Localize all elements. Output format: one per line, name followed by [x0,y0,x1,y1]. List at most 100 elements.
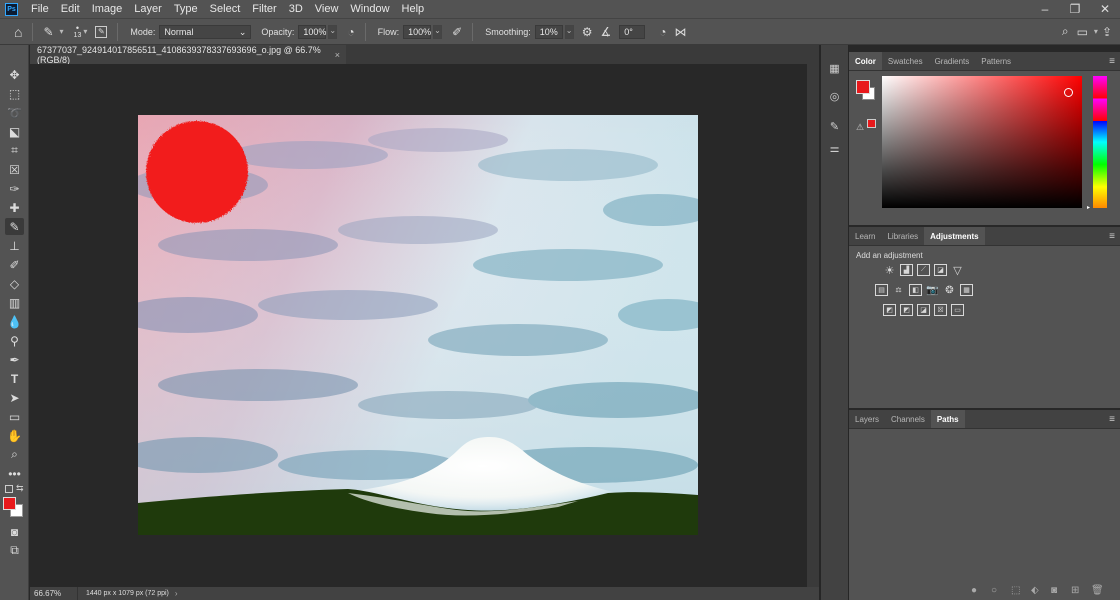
chevron-down-icon[interactable]: ⌄ [564,24,574,39]
dodge-icon[interactable]: ⚲ [5,332,24,349]
screen-mode-icon[interactable]: ⧉ [5,542,24,559]
gamut-swatch[interactable] [867,119,876,128]
restore-icon[interactable]: ❐ [1060,2,1090,16]
photo-filter-icon[interactable]: 📷 [926,284,939,296]
smoothing-gear-icon[interactable]: ⚙ [582,25,593,39]
load-selection-icon[interactable]: ⬚ [1011,585,1020,596]
tab-learn[interactable]: Learn [849,227,881,245]
threshold-icon[interactable]: ◪ [917,304,930,316]
crop-icon[interactable]: ⌗ [5,142,24,159]
delete-path-icon[interactable]: 🗑 [1091,585,1104,596]
type-icon[interactable]: T [5,370,24,387]
color-fg-swatch[interactable] [856,80,870,94]
home-icon[interactable]: ⌂ [14,24,22,40]
default-colors-icon[interactable] [5,485,13,493]
workspace-icon[interactable]: ▭ [1077,25,1088,39]
menu-select[interactable]: Select [204,0,247,18]
channel-mixer-icon[interactable]: ❂ [943,284,956,296]
brightness-icon[interactable]: ☀ [883,264,896,277]
add-mask-icon[interactable]: ◙ [1051,585,1057,596]
menu-3d[interactable]: 3D [283,0,309,18]
brush-tool-icon[interactable]: ✎ [43,25,53,39]
hand-icon[interactable]: ✋ [5,427,24,444]
menu-window[interactable]: Window [344,0,395,18]
menu-help[interactable]: Help [396,0,431,18]
tab-adjustments[interactable]: Adjustments [924,227,985,245]
shape-icon[interactable]: ▭ [5,408,24,425]
warning-icon[interactable]: ⚠ [856,122,864,133]
chevron-down-icon[interactable]: ⌄ [328,24,338,39]
status-menu-icon[interactable]: › [175,589,178,598]
flow-input[interactable]: 100% [403,24,431,39]
menu-image[interactable]: Image [86,0,129,18]
panel-menu-icon[interactable]: ≡ [1109,52,1115,70]
brush-icon[interactable]: ✎ [5,218,24,235]
tab-paths[interactable]: Paths [930,410,965,428]
exposure-icon[interactable]: ◪ [934,264,947,276]
invert-icon[interactable]: ◩ [883,304,896,316]
eraser-icon[interactable]: ◇ [5,275,24,292]
brushes-panel-icon[interactable]: ✎ [827,119,842,134]
move-icon[interactable]: ✥ [5,66,24,83]
fill-path-icon[interactable]: ● [971,585,977,596]
gradient-map-icon[interactable]: ▭ [951,304,964,316]
foreground-color-swatch[interactable] [3,497,16,510]
tab-swatches[interactable]: Swatches [882,52,929,70]
document-tab[interactable]: 67377037_924914017856511_410863937833769… [30,45,346,65]
menu-view[interactable]: View [309,0,345,18]
tab-gradients[interactable]: Gradients [929,52,976,70]
history-panel-icon[interactable]: ▦ [827,61,842,76]
color-field[interactable] [882,76,1082,208]
menu-type[interactable]: Type [168,0,204,18]
tab-channels[interactable]: Channels [885,410,931,428]
smoothing-input[interactable]: 10% [534,24,563,39]
adjust-panel-icon[interactable]: ⚌ [827,141,842,156]
tab-layers[interactable]: Layers [849,410,885,428]
mode-select[interactable]: Normal ⌄ [159,24,252,39]
properties-panel-icon[interactable]: ◎ [827,89,842,104]
selective-color-icon[interactable]: ☒ [934,304,947,316]
panel-menu-icon[interactable]: ≡ [1109,227,1115,245]
black-white-icon[interactable]: ◧ [909,284,922,296]
eyedropper-icon[interactable]: ✑ [5,180,24,197]
tab-patterns[interactable]: Patterns [975,52,1017,70]
hue-saturation-icon[interactable]: ▤ [875,284,888,296]
symmetry-icon[interactable]: ⋈ [675,25,687,39]
vertical-scrollbar[interactable] [807,64,819,587]
color-balance-icon[interactable]: ⚖ [892,284,905,296]
path-select-icon[interactable]: ➤ [5,389,24,406]
document-canvas[interactable] [138,115,698,535]
pressure-size-icon[interactable]: ◔ [659,25,666,39]
pressure-opacity-icon[interactable]: ◔ [347,25,354,39]
pen-icon[interactable]: ✒ [5,351,24,368]
levels-icon[interactable]: ▟ [900,264,913,276]
stamp-icon[interactable]: ⊥ [5,237,24,254]
more-icon[interactable]: ••• [5,465,24,482]
brush-preset-picker[interactable]: • 13 [74,23,82,40]
chevron-down-icon[interactable]: ▾ [1094,27,1098,36]
panel-menu-icon[interactable]: ≡ [1109,410,1115,428]
opacity-input[interactable]: 100% [298,24,326,39]
angle-input[interactable]: 0° [619,24,646,39]
close-tab-icon[interactable]: × [335,50,340,60]
vibrance-icon[interactable]: ▽ [951,264,964,277]
lasso-icon[interactable]: ➰ [5,104,24,121]
menu-file[interactable]: File [25,0,55,18]
gradient-icon[interactable]: ▥ [5,294,24,311]
color-lookup-icon[interactable]: ▦ [960,284,973,296]
make-path-icon[interactable]: ⬖ [1031,585,1039,596]
airbrush-icon[interactable]: ✐ [452,25,462,39]
chevron-down-icon[interactable]: ▾ [83,27,87,36]
menu-filter[interactable]: Filter [246,0,282,18]
marquee-icon[interactable]: ⬚ [5,85,24,102]
quick-select-icon[interactable]: ⬕ [5,123,24,140]
history-brush-icon[interactable]: ✐ [5,256,24,273]
new-path-icon[interactable]: ⊞ [1071,585,1079,596]
brush-settings-icon[interactable]: ✎ [95,25,108,38]
frame-icon[interactable]: ☒ [5,161,24,178]
chevron-down-icon[interactable]: ▾ [60,27,64,36]
zoom-level[interactable]: 66.67% [30,587,78,600]
stroke-path-icon[interactable]: ○ [991,585,997,596]
search-icon[interactable]: ⌕ [1062,24,1069,39]
quick-mask-icon[interactable]: ◙ [5,523,24,540]
